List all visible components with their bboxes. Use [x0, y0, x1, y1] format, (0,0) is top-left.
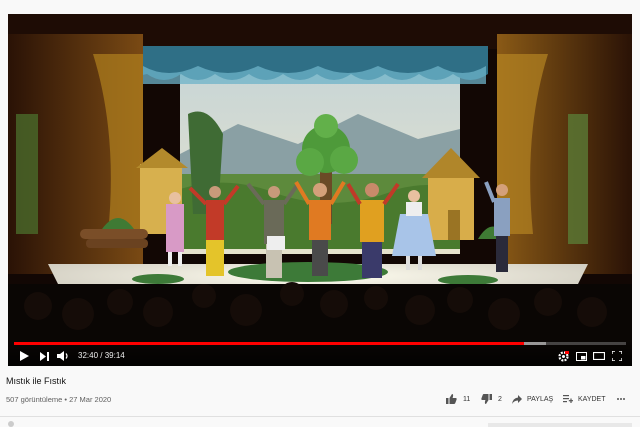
divider — [0, 416, 640, 417]
avatar[interactable] — [8, 421, 14, 427]
more-icon — [617, 398, 625, 400]
fullscreen-button[interactable] — [610, 349, 624, 363]
progress-played — [14, 342, 524, 345]
upload-date: 27 Mar 2020 — [69, 395, 112, 404]
player-controls: 32:40 / 39:14 — [8, 340, 632, 366]
thumbs-down-icon — [481, 394, 492, 404]
next-icon — [39, 351, 49, 361]
playlist-add-icon — [563, 395, 573, 403]
video-frame[interactable] — [8, 14, 632, 366]
duration: 39:14 — [104, 351, 125, 360]
subscribe-area[interactable] — [488, 423, 632, 427]
channel-row — [0, 420, 640, 427]
progress-bar[interactable] — [14, 342, 626, 345]
share-button[interactable]: PAYLAŞ — [512, 392, 553, 406]
theater-button[interactable] — [592, 349, 606, 363]
video-info: Mıstık ile Fıstık 507 görüntüleme • 27 M… — [0, 366, 640, 427]
theater-icon — [593, 352, 605, 360]
miniplayer-button[interactable] — [574, 349, 588, 363]
volume-button[interactable] — [56, 349, 70, 363]
current-time: 32:40 — [78, 351, 99, 360]
miniplayer-icon — [575, 351, 587, 361]
like-button[interactable]: 11 — [446, 392, 470, 406]
dislike-count: 2 — [498, 395, 502, 403]
video-player[interactable]: 32:40 / 39:14 — [8, 14, 632, 366]
save-label: KAYDET — [578, 395, 606, 403]
share-label: PAYLAŞ — [527, 395, 554, 403]
time-separator: / — [98, 351, 105, 360]
fullscreen-icon — [612, 351, 622, 361]
next-button[interactable] — [38, 349, 50, 363]
gear-icon — [557, 350, 569, 362]
more-button[interactable] — [617, 392, 625, 406]
share-icon — [512, 394, 522, 404]
time-display: 32:40 / 39:14 — [78, 349, 125, 363]
like-count: 11 — [463, 395, 471, 403]
view-count: 507 görüntüleme — [6, 395, 63, 404]
save-button[interactable]: KAYDET — [563, 392, 606, 406]
dislike-button[interactable]: 2 — [481, 392, 502, 406]
top-bar — [0, 0, 640, 14]
thumbs-up-icon — [446, 394, 457, 404]
play-button[interactable] — [18, 349, 30, 363]
settings-button[interactable] — [556, 349, 570, 363]
volume-icon — [57, 351, 68, 361]
video-meta: 507 görüntüleme • 27 Mar 2020 — [6, 395, 111, 404]
video-title: Mıstık ile Fıstık — [6, 376, 67, 386]
play-icon — [19, 351, 29, 361]
